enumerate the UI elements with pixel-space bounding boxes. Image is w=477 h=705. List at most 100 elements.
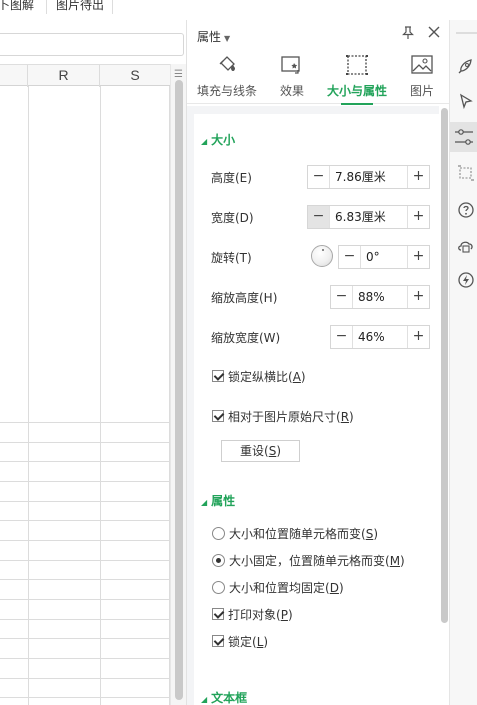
radio-row-fixed[interactable]: 大小和位置均固定(D) [212,579,344,595]
column-header-q[interactable] [0,65,28,87]
chevron-down-icon: ▼ [224,34,231,43]
tab-fill-line[interactable]: 填充与线条 [193,48,261,104]
picture-icon [409,54,435,76]
column-header-s[interactable]: S [100,65,170,87]
scale-height-label: 缩放高度(H) [211,291,278,305]
plus-icon[interactable]: + [407,326,429,348]
radio-move-only[interactable] [212,553,225,567]
crop-frame-icon[interactable] [456,163,476,183]
tab-picture[interactable]: 图片 [403,48,441,104]
grid-line [100,86,101,705]
plus-icon[interactable]: + [407,246,429,268]
scrollbar-thumb[interactable] [441,108,448,623]
scale-height-spinner[interactable]: − 88% + [330,285,430,309]
rotation-knob-icon[interactable] [311,245,333,267]
width-spinner[interactable]: − 6.83厘米 + [307,205,430,229]
cursor-icon[interactable] [456,92,476,112]
lock-aspect-checkbox[interactable] [212,370,224,382]
radio-move-only-label: 大小固定，位置随单元格而变(M) [229,553,405,568]
width-label: 宽度(D) [211,211,254,225]
minus-icon[interactable]: − [331,286,353,308]
tab-label: 图片 [409,84,434,98]
tab-label: 效果 [279,84,304,98]
minus-icon[interactable]: − [339,246,361,268]
radio-row-move-only[interactable]: 大小固定，位置随单元格而变(M) [212,552,405,568]
height-label: 高度(E) [211,171,252,185]
cloud-service-icon[interactable] [456,235,476,255]
rotate-spinner[interactable]: − 0° + [338,245,430,269]
radio-fixed[interactable] [212,580,225,594]
minus-icon[interactable]: − [308,166,330,188]
print-object-checkbox[interactable] [212,608,224,620]
minus-icon[interactable]: − [308,206,330,228]
height-value[interactable]: 7.86厘米 [330,166,407,188]
section-textbox-header[interactable]: ◢ 文本框 [201,689,247,705]
triangle-down-icon: ◢ [201,137,208,146]
effects-icon [279,54,305,76]
grid-line [0,501,170,502]
column-header-row: R S [0,64,170,87]
rotate-label: 旋转(T) [211,251,252,265]
grid-line [0,422,170,423]
column-header-r[interactable]: R [28,65,100,87]
pane-title-text: 属性 [197,30,222,44]
right-toolbar [449,20,477,705]
width-value[interactable]: 6.83厘米 [330,206,407,228]
relative-original-checkbox[interactable] [212,410,224,422]
plus-icon[interactable]: + [407,206,429,228]
property-pane: 属性 ▼ 填充与线条 效果 大小与属性 图片 ◢ 大小 高度(E) − 7.86… [186,20,450,705]
plus-icon[interactable]: + [407,166,429,188]
grid-line [0,697,170,698]
minus-icon[interactable]: − [331,326,353,348]
pane-title-dropdown[interactable]: 属性 ▼ [197,28,230,45]
grid-line [0,461,170,462]
scale-width-label: 缩放宽度(W) [211,331,281,345]
scale-width-value[interactable]: 46% [353,326,407,348]
relative-original-checkbox-row[interactable]: 相对于图片原始尺寸(R) [212,408,354,424]
pin-icon[interactable] [401,26,415,44]
rocket-icon[interactable] [456,56,476,76]
help-icon[interactable] [456,200,476,220]
lightning-icon[interactable] [456,270,476,290]
grid-line [0,658,170,659]
tab-label: 填充与线条 [196,84,257,98]
scroll-menu-icon[interactable]: ☰ [174,69,183,80]
relative-original-label: 相对于图片原始尺寸(R) [228,409,354,424]
locked-checkbox-row[interactable]: 锁定(L) [212,633,268,649]
spreadsheet-area: R S ☰ [0,20,186,705]
print-object-checkbox-row[interactable]: 打印对象(P) [212,606,293,622]
reset-button[interactable]: 重设(S) [221,440,300,462]
height-spinner[interactable]: − 7.86厘米 + [307,165,430,189]
scale-width-spinner[interactable]: − 46% + [330,325,430,349]
radio-move-size[interactable] [212,526,225,540]
scale-height-value[interactable]: 88% [353,286,407,308]
section-title: 文本框 [211,691,248,705]
grid-line [0,540,170,541]
tab-size-properties[interactable]: 大小与属性 [319,48,395,105]
grid-line [0,599,170,600]
adjust-sliders-icon[interactable] [450,122,477,152]
tab-effects[interactable]: 效果 [269,48,315,104]
ribbon-tab-a[interactable]: 卜图解 [0,0,34,13]
rotate-value[interactable]: 0° [361,246,407,268]
formula-input[interactable] [0,33,184,56]
grid-line [0,619,170,620]
lock-aspect-label: 锁定纵横比(A) [228,369,306,384]
ribbon-tab-b[interactable]: 图片待出 [56,0,104,13]
ribbon-strip: 卜图解 图片待出 [0,0,186,20]
section-properties-header[interactable]: ◢ 属性 [201,492,235,509]
lock-aspect-checkbox-row[interactable]: 锁定纵横比(A) [212,368,306,384]
radio-fixed-label: 大小和位置均固定(D) [229,580,344,595]
ribbon-divider [112,0,113,14]
grid-line [0,481,170,482]
fill-bucket-icon [214,54,240,76]
locked-checkbox[interactable] [212,635,224,647]
plus-icon[interactable]: + [407,286,429,308]
triangle-down-icon: ◢ [201,695,208,704]
radio-row-move-size[interactable]: 大小和位置随单元格而变(S) [212,525,378,541]
scrollbar-thumb[interactable] [175,80,183,700]
print-object-label: 打印对象(P) [228,607,293,622]
close-icon[interactable] [427,24,441,43]
sheet-vertical-scrollbar[interactable]: ☰ [170,64,186,705]
section-size-header[interactable]: ◢ 大小 [201,131,235,148]
